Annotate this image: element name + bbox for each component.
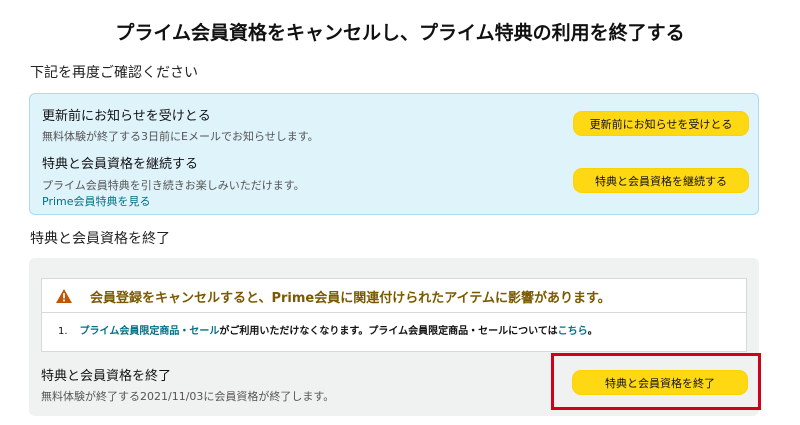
- warning-icon: [56, 289, 72, 303]
- end-section-heading: 特典と会員資格を終了: [30, 231, 170, 247]
- retain-options-box: 更新前にお知らせを受けとる 無料体験が終了する3日前にEメールでお知らせします。…: [29, 93, 759, 215]
- remind-before-renewal-button[interactable]: 更新前にお知らせを受けとる: [573, 111, 749, 136]
- remind-option-title: 更新前にお知らせを受けとる: [42, 109, 211, 124]
- warning-panel: 会員登録をキャンセルすると、Prime会員に関連付けられたアイテムに影響がありま…: [41, 278, 747, 352]
- continue-option-title: 特典と会員資格を継続する: [42, 157, 199, 172]
- continue-membership-button[interactable]: 特典と会員資格を継続する: [573, 168, 749, 193]
- warning-item-number: 1.: [58, 326, 68, 337]
- prime-benefits-link[interactable]: Prime会員特典を見る: [42, 193, 151, 209]
- remind-option-description: 無料体験が終了する3日前にEメールでお知らせします。: [42, 130, 319, 143]
- end-membership-description: 無料体験が終了する2021/11/03に会員資格が終了します。: [41, 390, 335, 403]
- subtitle: 下記を再度ご確認ください: [30, 65, 198, 81]
- continue-option-description: プライム会員特典を引き続きお楽しみいただけます。: [42, 179, 305, 192]
- page-title: プライム会員資格をキャンセルし、プライム特典の利用を終了する: [115, 22, 685, 44]
- warning-list-item: 1. プライム会員限定商品・セールがご利用いただけなくなります。プライム会員限定商…: [58, 322, 598, 337]
- warning-item-end: 。: [587, 326, 598, 337]
- prime-exclusive-deals-link[interactable]: プライム会員限定商品・セール: [80, 326, 220, 337]
- warning-title: 会員登録をキャンセルすると、Prime会員に関連付けられたアイテムに影響がありま…: [90, 291, 611, 306]
- end-membership-title: 特典と会員資格を終了: [41, 369, 172, 384]
- warning-divider: [42, 312, 746, 313]
- details-link[interactable]: こちら: [558, 326, 588, 337]
- warning-item-text: がご利用いただけなくなります。プライム会員限定商品・セールについては: [219, 326, 558, 337]
- highlight-annotation: [551, 353, 761, 410]
